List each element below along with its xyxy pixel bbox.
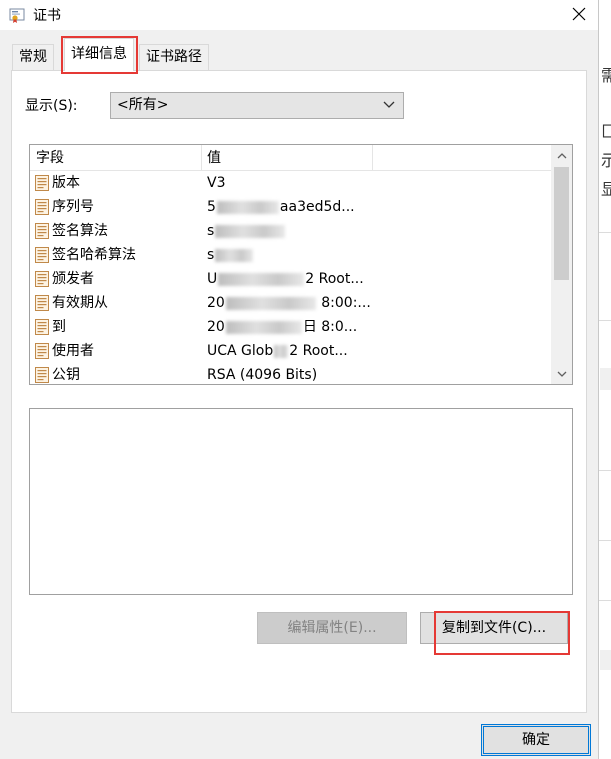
chevron-down-icon [383, 101, 395, 108]
list-item[interactable]: 到 20 日 8:0... [30, 315, 551, 339]
field-icon [35, 175, 49, 191]
list-item[interactable]: 颁发者 U2 Root... [30, 267, 551, 291]
certificate-dialog: 证书 常规 详细信息 证书路径 显示(S): <所有> 字段 值 版本 V3 序… [0, 0, 598, 759]
field-value: s [207, 243, 254, 267]
divider [599, 320, 611, 321]
field-value: 5 aa3ed5d... [207, 199, 355, 215]
certificate-icon [9, 8, 25, 23]
tab-details[interactable]: 详细信息 [64, 38, 134, 71]
field-icon [35, 367, 49, 383]
copy-to-file-button[interactable]: 复制到文件(C)... [420, 612, 568, 644]
tab-certification-path[interactable]: 证书路径 [139, 44, 209, 70]
column-header-value[interactable]: 值 [201, 145, 372, 171]
show-select[interactable]: <所有> [110, 92, 404, 119]
scroll-down-button[interactable] [551, 364, 572, 384]
list-header: 字段 值 [30, 145, 551, 171]
divider [599, 470, 611, 471]
field-value: s [207, 219, 286, 243]
redaction-blur [215, 224, 286, 238]
field-value: U2 Root... [207, 271, 364, 287]
column-divider [372, 145, 373, 171]
list-item[interactable]: 公钥 RSA (4096 Bits) [30, 363, 551, 384]
edit-properties-button[interactable]: 编辑属性(E)... [257, 612, 407, 644]
field-icon [35, 247, 49, 263]
chevron-up-icon [557, 152, 566, 158]
field-detail-box[interactable] [29, 408, 573, 595]
show-label: 显示(S): [25, 98, 78, 114]
field-list[interactable]: 字段 值 版本 V3 序列号 5 aa3ed5d... 签名算法 s 签名哈希算… [29, 144, 573, 385]
redaction-blur [216, 200, 279, 214]
background-band [600, 650, 611, 670]
list-scrollbar[interactable] [551, 145, 572, 384]
list-item[interactable]: 使用者 UCA Glob 2 Root... [30, 339, 551, 363]
field-value: 20 8:00:... [207, 295, 371, 311]
background-band [600, 368, 611, 390]
list-item[interactable]: 序列号 5 aa3ed5d... [30, 195, 551, 219]
chevron-down-icon [557, 371, 566, 377]
field-icon [35, 295, 49, 311]
list-item[interactable]: 签名哈希算法 s [30, 243, 551, 267]
redaction-blur [274, 344, 289, 358]
divider [599, 540, 611, 541]
divider [599, 600, 611, 601]
field-value: UCA Glob 2 Root... [207, 343, 348, 359]
scroll-up-button[interactable] [551, 145, 572, 165]
close-button[interactable] [560, 0, 598, 28]
title-bar: 证书 [0, 0, 598, 30]
background-window: 需 匚 示 显 [598, 0, 611, 759]
close-icon [572, 7, 586, 21]
redaction-blur [225, 320, 302, 334]
scroll-thumb[interactable] [554, 167, 569, 280]
ok-button[interactable]: 确定 [481, 724, 591, 756]
field-icon [35, 319, 49, 335]
divider [599, 232, 611, 233]
list-rows: 版本 V3 序列号 5 aa3ed5d... 签名算法 s 签名哈希算法 s 颁… [30, 171, 551, 384]
field-icon [35, 271, 49, 287]
field-value: V3 [207, 175, 226, 191]
list-item[interactable]: 有效期从 20 8:00:... [30, 291, 551, 315]
field-icon [35, 223, 49, 239]
field-icon [35, 199, 49, 215]
redaction-blur [218, 272, 305, 286]
list-item[interactable]: 签名算法 s [30, 219, 551, 243]
show-select-value: <所有> [117, 97, 169, 113]
field-icon [35, 343, 49, 359]
redaction-blur [225, 296, 316, 310]
window-title: 证书 [33, 8, 61, 24]
redaction-blur [215, 248, 254, 262]
tab-general[interactable]: 常规 [12, 44, 54, 70]
field-value: 20 日 8:0... [207, 319, 358, 335]
column-header-field[interactable]: 字段 [30, 145, 201, 171]
field-value: RSA (4096 Bits) [207, 367, 318, 383]
list-item[interactable]: 版本 V3 [30, 171, 551, 195]
